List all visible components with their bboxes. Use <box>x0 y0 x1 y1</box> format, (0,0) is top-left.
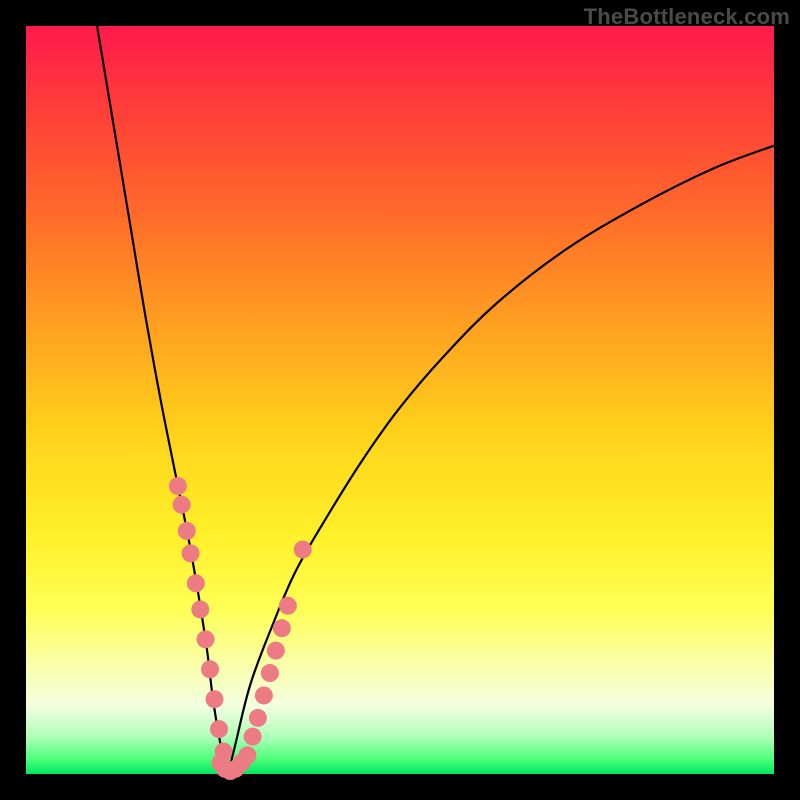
data-point <box>210 720 228 738</box>
data-point <box>255 686 273 704</box>
curve-right <box>228 146 774 774</box>
bottleneck-curve-chart <box>26 26 774 774</box>
data-point <box>249 709 267 727</box>
data-point <box>187 574 205 592</box>
data-markers <box>169 477 312 780</box>
data-point <box>279 597 297 615</box>
data-point <box>178 522 196 540</box>
data-point <box>273 619 291 637</box>
data-point <box>169 477 187 495</box>
data-point <box>244 728 262 746</box>
data-point <box>267 642 285 660</box>
data-point <box>182 544 200 562</box>
data-point <box>191 600 209 618</box>
watermark-text: TheBottleneck.com <box>584 4 790 30</box>
data-point <box>197 630 215 648</box>
data-point <box>238 746 256 764</box>
data-point <box>205 690 223 708</box>
data-point <box>261 664 279 682</box>
data-point <box>294 541 312 559</box>
data-point <box>173 496 191 514</box>
data-point <box>201 660 219 678</box>
